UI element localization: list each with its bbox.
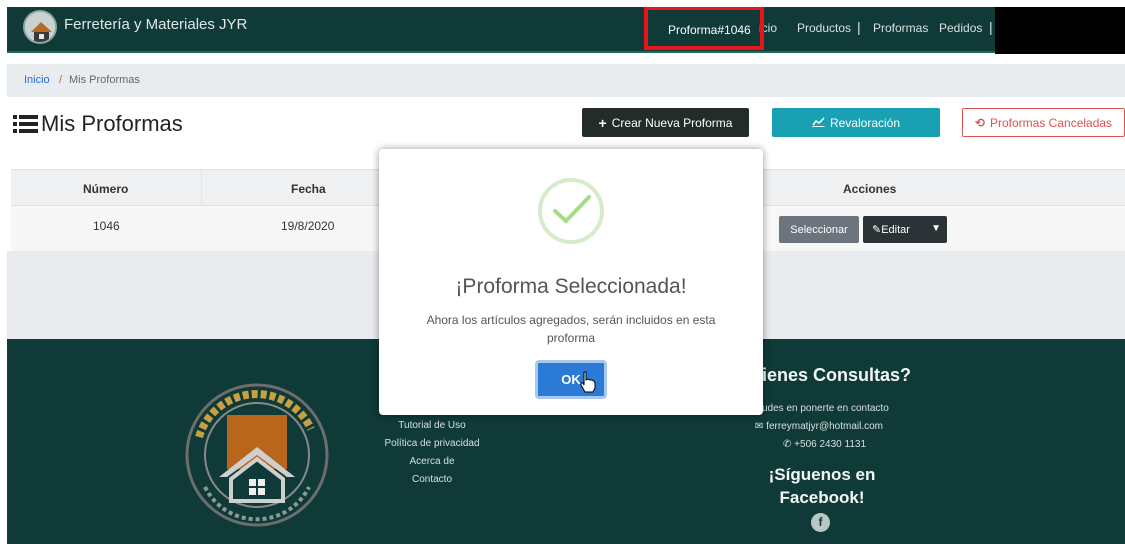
edit-icon: ✎: [872, 224, 882, 236]
facebook-icon[interactable]: f: [811, 513, 830, 532]
active-proforma-label: Proforma#1046: [668, 23, 751, 37]
breadcrumb-current: Mis Proformas: [69, 74, 140, 86]
select-button[interactable]: Seleccionar: [779, 216, 859, 243]
hand-cursor-icon: [579, 371, 597, 398]
breadcrumb-home-link[interactable]: Inicio: [24, 74, 50, 86]
navbar: Ferretería y Materiales JYR icio Product…: [7, 7, 1125, 54]
success-modal: ¡Proforma Seleccionada! Ahora los artícu…: [379, 149, 763, 415]
brand-name[interactable]: Ferretería y Materiales JYR: [64, 16, 247, 33]
page-title: Mis Proformas: [13, 111, 183, 137]
nav-separator: |: [989, 19, 993, 35]
nav-link-pedidos[interactable]: Pedidos: [939, 21, 982, 35]
contact-email[interactable]: ✉ ferreymatjyr@hotmail.com: [755, 421, 883, 432]
contact-phone: ✆ +506 2430 1131: [783, 439, 866, 450]
company-logo-icon: [169, 367, 345, 543]
redacted-area: [995, 7, 1125, 54]
modal-text: Ahora los artículos agregados, serán inc…: [426, 313, 716, 345]
footer-link-contact[interactable]: Contacto: [382, 471, 482, 489]
edit-label: Editar: [881, 223, 910, 236]
contact-phone-text: +506 2430 1131: [794, 439, 867, 450]
header-number: Número: [83, 182, 129, 196]
modal-title: ¡Proforma Seleccionada!: [455, 275, 687, 298]
create-proforma-button[interactable]: + Crear Nueva Proforma: [582, 108, 749, 137]
edit-button[interactable]: ✎ Editar ▼: [863, 216, 947, 243]
page-title-text: Mis Proformas: [41, 111, 183, 136]
footer-link-tutorial[interactable]: Tutorial de Uso: [382, 417, 482, 435]
chart-icon: [812, 116, 825, 130]
contact-title: ienes Consultas?: [762, 365, 912, 385]
plus-icon: +: [598, 114, 607, 131]
cancelled-proformas-label: Proformas Canceladas: [990, 115, 1113, 130]
app-frame: Ferretería y Materiales JYR icio Product…: [7, 7, 1125, 544]
footer-link-privacy[interactable]: Política de privacidad: [382, 435, 482, 453]
nav-separator: |: [857, 19, 861, 35]
success-check-icon: [538, 178, 604, 244]
revaluation-label: Revaloración: [829, 115, 901, 130]
header-actions: Acciones: [843, 182, 897, 196]
list-icon: [13, 114, 39, 134]
envelope-icon: ✉: [755, 421, 764, 432]
create-proforma-label: Crear Nueva Proforma: [611, 115, 733, 130]
footer-link-about[interactable]: Acerca de: [382, 453, 482, 471]
contact-subtitle: udes en ponerte en contacto: [762, 403, 889, 414]
nav-link-proformas[interactable]: Proformas: [873, 21, 928, 35]
row-number: 1046: [93, 219, 120, 233]
caret-down-icon[interactable]: ▼: [931, 223, 941, 234]
phone-icon: ✆: [783, 439, 792, 450]
follow-title: ¡Síguenos en Facebook!: [768, 465, 876, 507]
breadcrumb-separator: /: [59, 74, 63, 86]
row-date: 19/8/2020: [281, 219, 335, 233]
active-proforma-highlight[interactable]: Proforma#1046: [644, 7, 764, 50]
revaluation-button[interactable]: Revaloración: [772, 108, 940, 137]
cancelled-proformas-button[interactable]: ⟲ Proformas Canceladas: [962, 108, 1125, 137]
footer-links: Tutorial de Uso Política de privacidad A…: [382, 417, 482, 489]
contact-email-text: ferreymatjyr@hotmail.com: [766, 421, 884, 432]
undo-icon: ⟲: [974, 115, 985, 130]
brand-logo-icon[interactable]: [23, 10, 57, 44]
nav-link-productos[interactable]: Productos: [797, 21, 851, 35]
breadcrumb: Inicio / Mis Proformas: [7, 64, 1125, 97]
header-date: Fecha: [291, 182, 326, 196]
